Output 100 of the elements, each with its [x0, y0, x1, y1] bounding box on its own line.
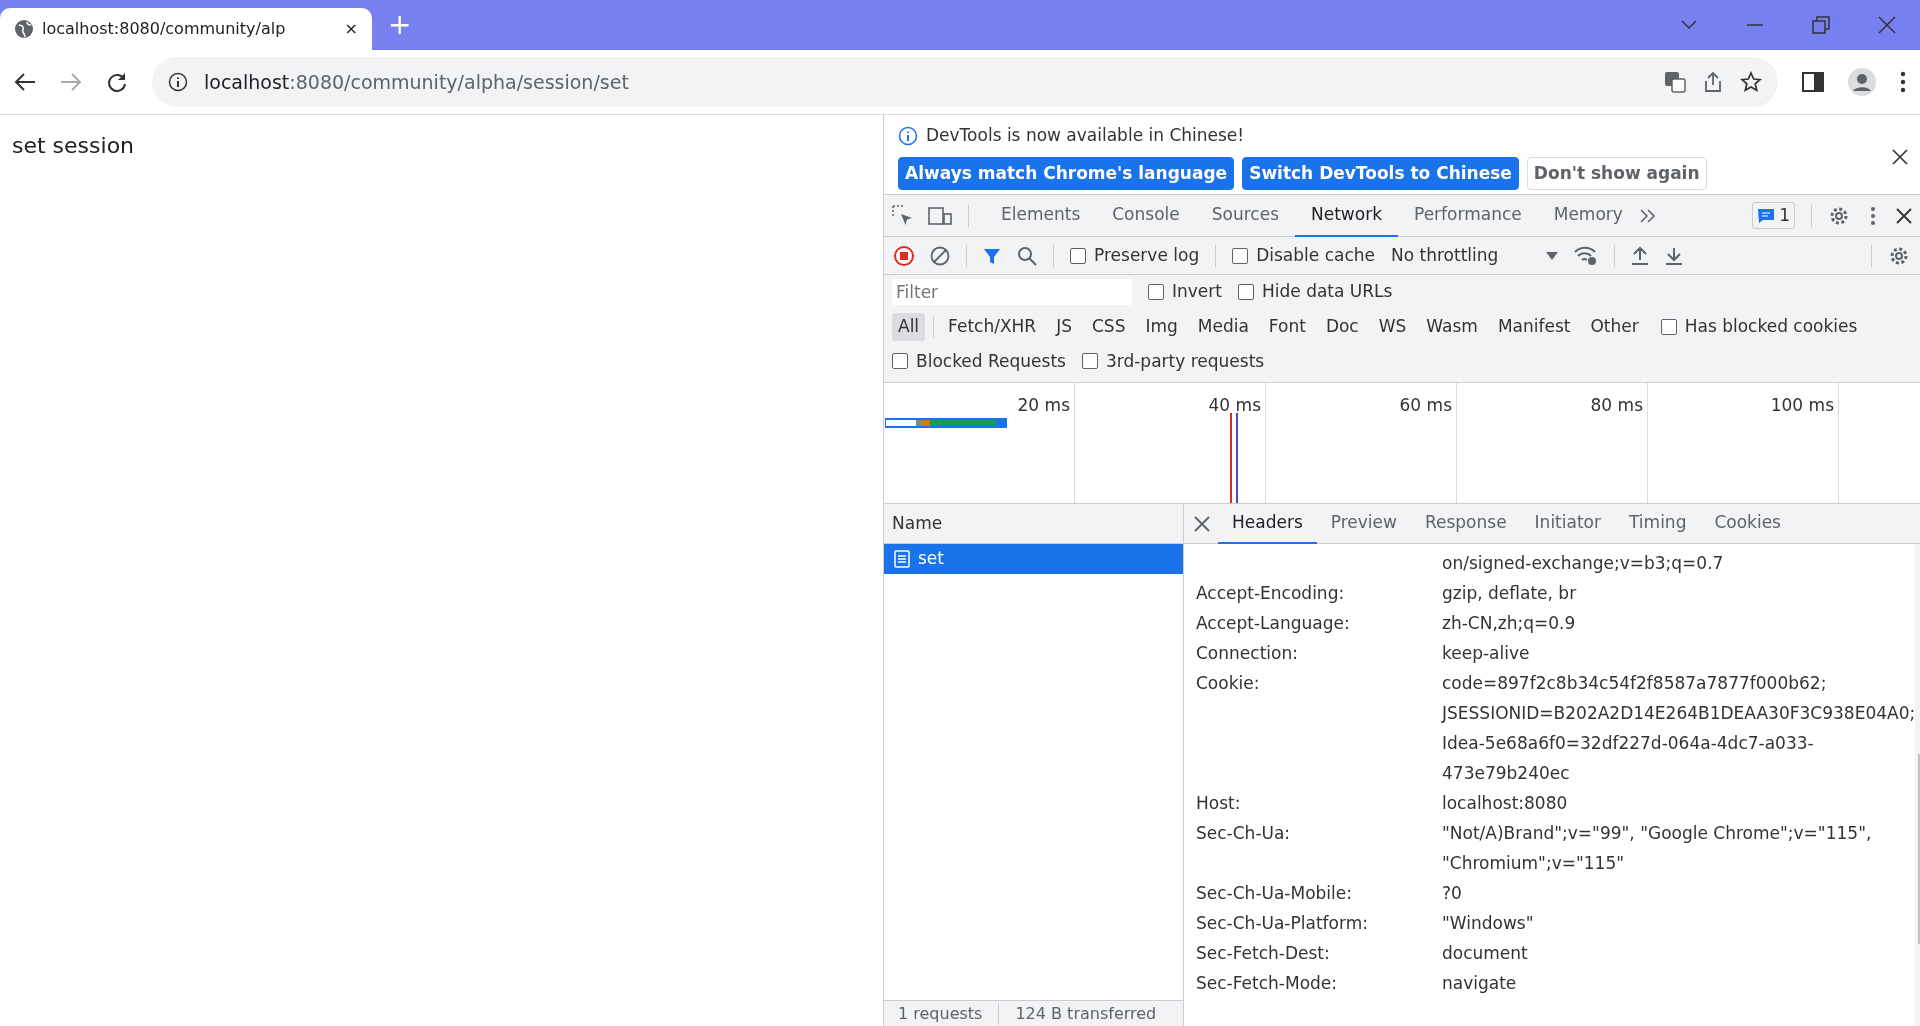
more-tabs-icon[interactable] [1638, 207, 1657, 224]
timeline-tick: 60 ms [1399, 395, 1452, 415]
devtools-tab[interactable]: Sources [1195, 194, 1295, 237]
header-value: "Chromium";v="115" [1442, 852, 1625, 875]
star-icon[interactable] [1740, 71, 1762, 93]
issues-button[interactable]: 1 [1752, 201, 1795, 230]
type-filter[interactable]: Wasm [1420, 313, 1484, 341]
type-filter[interactable]: Doc [1319, 313, 1365, 341]
checkbox-label: 3rd-party requests [1105, 349, 1265, 373]
header-name: Sec-Fetch-Dest: [1196, 942, 1330, 965]
address-bar[interactable]: localhost:8080/community/alpha/session/set [152, 57, 1778, 107]
upload-icon[interactable] [1631, 245, 1650, 266]
header-value: keep-alive [1442, 642, 1530, 665]
tab-title: localhost:8080/community/alp [42, 18, 287, 40]
detail-tab[interactable]: Initiator [1520, 503, 1615, 544]
infobar-button[interactable]: Always match Chrome's language [898, 156, 1235, 190]
url-text: localhost:8080/community/alpha/session/set [204, 69, 630, 95]
status-text: 1 requests [898, 1002, 983, 1025]
infobar-button[interactable]: Switch DevTools to Chinese [1242, 156, 1519, 190]
checkbox-label: Preserve log [1094, 243, 1200, 267]
document-icon [894, 550, 910, 568]
header-value: on/signed-exchange;v=b3;q=0.7 [1442, 552, 1724, 575]
type-filter[interactable]: Fetch/XHR [942, 313, 1043, 341]
message-icon [1757, 207, 1776, 224]
header-name: Accept-Encoding: [1196, 582, 1345, 605]
profile-avatar-icon[interactable] [1848, 68, 1876, 96]
search-icon[interactable] [1017, 245, 1037, 266]
clear-icon[interactable] [930, 245, 950, 266]
side-panel-icon[interactable] [1802, 72, 1824, 92]
filter-field[interactable]: Filter [892, 279, 1132, 305]
header-value: navigate [1442, 972, 1517, 995]
throttling-dropdown[interactable]: No throttling [1391, 242, 1559, 269]
checkbox[interactable] [1232, 247, 1249, 264]
devtools-tab[interactable]: Memory [1537, 194, 1639, 237]
header-value: "Windows" [1442, 912, 1534, 935]
type-filter[interactable]: All [892, 313, 926, 341]
devtools-tab[interactable]: Console [1096, 194, 1196, 237]
header-value: ?0 [1442, 882, 1462, 905]
infobar-button[interactable]: Don't show again [1526, 156, 1707, 190]
close-icon[interactable] [1896, 207, 1912, 224]
checkbox-label: Has blocked cookies [1684, 315, 1858, 338]
device-toolbar-icon[interactable] [928, 205, 952, 226]
checkbox[interactable] [1081, 353, 1098, 370]
type-filter[interactable]: CSS [1085, 313, 1132, 341]
header-name: Accept-Language: [1196, 612, 1350, 635]
type-filter[interactable]: Other [1584, 313, 1645, 341]
globe-icon [14, 19, 34, 39]
timeline-tick: 20 ms [1017, 395, 1070, 415]
close-icon[interactable] [1892, 148, 1908, 165]
header-value: gzip, deflate, br [1442, 582, 1577, 605]
back-arrow-icon[interactable] [14, 72, 36, 92]
page-text: set session [11, 132, 136, 160]
timeline-tick: 80 ms [1590, 395, 1643, 415]
close-tab-button[interactable]: × [344, 17, 358, 41]
header-name: Connection: [1196, 642, 1298, 665]
close-icon[interactable] [1194, 515, 1210, 532]
header-value: "Not/A)Brand";v="99", "Google Chrome";v="115", [1442, 822, 1872, 845]
info-icon [168, 72, 188, 92]
download-icon[interactable] [1665, 245, 1684, 266]
detail-tab[interactable]: Timing [1615, 503, 1701, 544]
header-value: JSESSIONID=B202A2D14E264B1DEAA30F3C938E04A0; [1442, 702, 1916, 725]
filter-icon[interactable] [983, 246, 1001, 265]
inspect-element-icon[interactable] [892, 204, 914, 227]
header-value: zh-CN,zh;q=0.9 [1442, 612, 1576, 635]
more-options-icon[interactable] [1870, 205, 1876, 226]
checkbox[interactable] [1237, 284, 1254, 300]
header-value: Idea-5e68a6f0=32df227d-064a-4dc7-a033- [1442, 732, 1814, 755]
detail-tab[interactable]: Cookies [1700, 503, 1795, 544]
detail-tab[interactable]: Preview [1316, 503, 1411, 544]
stop-recording-icon[interactable] [894, 245, 914, 266]
type-filter[interactable]: Font [1262, 313, 1312, 341]
detail-tab[interactable]: Headers [1218, 503, 1317, 544]
browser-tab[interactable]: localhost:8080/community/alp × [0, 8, 372, 50]
header-value: document [1442, 942, 1528, 965]
restore-icon[interactable] [1812, 16, 1830, 34]
detail-tab[interactable]: Response [1410, 503, 1521, 544]
checkbox-label: Disable cache [1256, 243, 1375, 267]
header-value: localhost:8080 [1442, 792, 1568, 815]
devtools-tab[interactable]: Performance [1398, 194, 1538, 237]
network-conditions-icon[interactable] [1574, 245, 1599, 266]
checkbox[interactable] [1070, 247, 1086, 264]
column-header: Name [892, 511, 943, 535]
checkbox[interactable] [1660, 318, 1677, 335]
devtools-tab[interactable]: Elements [985, 194, 1097, 237]
share-icon[interactable] [1702, 71, 1724, 93]
timeline-tick: 40 ms [1208, 395, 1261, 415]
type-filter[interactable]: Img [1139, 313, 1184, 341]
checkbox-label: Blocked Requests [916, 349, 1066, 373]
chevron-down-icon[interactable] [1680, 19, 1698, 31]
type-filter[interactable]: WS [1372, 313, 1413, 341]
checkbox[interactable] [892, 353, 908, 370]
reload-icon[interactable] [106, 71, 128, 93]
type-filter[interactable]: Media [1191, 313, 1255, 341]
header-name: Host: [1196, 792, 1241, 815]
type-filter[interactable]: JS [1050, 313, 1078, 341]
request-row[interactable]: set [884, 544, 1183, 574]
status-text: 124 B transferred [1015, 1002, 1157, 1025]
type-filter[interactable]: Manifest [1491, 313, 1577, 341]
menu-icon[interactable] [1900, 71, 1906, 93]
checkbox[interactable] [1148, 284, 1164, 300]
